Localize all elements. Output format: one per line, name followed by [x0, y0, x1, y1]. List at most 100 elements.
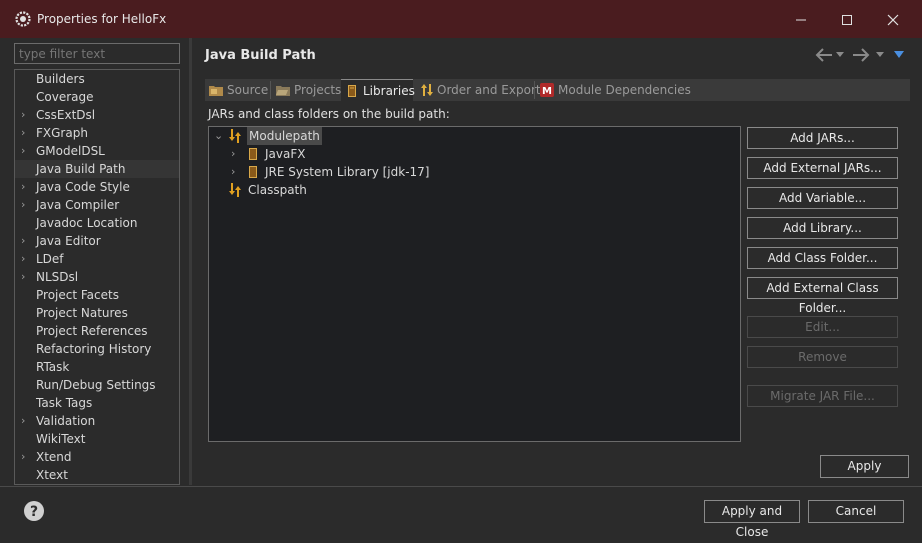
- sidebar-item-xtext[interactable]: Xtext: [15, 466, 179, 484]
- apply-button[interactable]: Apply: [820, 455, 909, 478]
- sidebar-item-refactoring-history[interactable]: Refactoring History: [15, 340, 179, 358]
- module-icon: M: [540, 83, 554, 97]
- remove-button[interactable]: Remove: [747, 346, 898, 368]
- page-navigation: [815, 46, 910, 64]
- sidebar-item-run-debug-settings[interactable]: Run/Debug Settings: [15, 376, 179, 394]
- properties-dialog: Properties for HelloFx Builders Coverage ›…: [0, 0, 922, 543]
- tab-order-and-export[interactable]: Order and Export: [416, 79, 541, 101]
- sidebar-item-wikitext[interactable]: WikiText: [15, 430, 179, 448]
- sidebar-item-task-tags[interactable]: Task Tags: [15, 394, 179, 412]
- chevron-right-icon[interactable]: ›: [21, 142, 31, 160]
- sidebar-item-label: CssExtDsl: [36, 108, 96, 122]
- sidebar-item-project-facets[interactable]: Project Facets: [15, 286, 179, 304]
- view-menu-icon[interactable]: [894, 51, 904, 58]
- back-arrow-icon[interactable]: [815, 48, 833, 62]
- chevron-right-icon[interactable]: ›: [21, 106, 31, 124]
- edit-button[interactable]: Edit...: [747, 316, 898, 338]
- sidebar-item-coverage[interactable]: Coverage: [15, 88, 179, 106]
- chevron-right-icon[interactable]: ›: [21, 448, 31, 466]
- add-jars-button[interactable]: Add JARs...: [747, 127, 898, 149]
- sidebar-item-label: Coverage: [36, 90, 94, 104]
- sidebar-item-label: Refactoring History: [36, 342, 152, 356]
- maximize-icon: [842, 15, 852, 25]
- add-library-button[interactable]: Add Library...: [747, 217, 898, 239]
- sidebar-item-label: FXGraph: [36, 126, 88, 140]
- sidebar-item-cssextdsl[interactable]: › CssExtDsl: [15, 106, 179, 124]
- chevron-right-icon[interactable]: ›: [21, 232, 31, 250]
- sidebar-item-label: Java Build Path: [36, 162, 126, 176]
- add-class-folder-button[interactable]: Add Class Folder...: [747, 247, 898, 269]
- sidebar-item-java-code-style[interactable]: › Java Code Style: [15, 178, 179, 196]
- title-bar[interactable]: Properties for HelloFx: [0, 0, 922, 38]
- sidebar-item-rtask[interactable]: RTask: [15, 358, 179, 376]
- add-external-class-folder-button[interactable]: Add External Class Folder...: [747, 277, 898, 315]
- library-icon: [249, 148, 257, 160]
- chevron-right-icon[interactable]: ›: [21, 250, 31, 268]
- chevron-right-icon[interactable]: ›: [21, 124, 31, 142]
- tab-source[interactable]: Source: [205, 79, 268, 101]
- tree-item-javafx[interactable]: › JavaFX: [231, 145, 431, 163]
- modulepath-icon: [229, 129, 241, 143]
- apply-and-close-button[interactable]: Apply and Close: [704, 500, 800, 539]
- maximize-button[interactable]: [824, 6, 870, 34]
- sidebar-item-label: NLSDsl: [36, 270, 79, 284]
- help-icon[interactable]: ?: [23, 500, 45, 522]
- svg-text:M: M: [542, 86, 552, 97]
- sidebar-item-label: Run/Debug Settings: [36, 378, 156, 392]
- filter-input[interactable]: [14, 43, 180, 64]
- sidebar-item-label: Project Natures: [36, 306, 128, 320]
- sidebar-item-label: Xtext: [36, 468, 68, 482]
- sidebar-item-label: LDef: [36, 252, 64, 266]
- tab-module-dependencies[interactable]: M Module Dependencies: [536, 79, 691, 101]
- tree-item-jre-system-library[interactable]: › JRE System Library [jdk-17]: [231, 163, 481, 181]
- sidebar-item-label: Javadoc Location: [36, 216, 138, 230]
- sidebar-item-fxgraph[interactable]: › FXGraph: [15, 124, 179, 142]
- sidebar-item-project-references[interactable]: Project References: [15, 322, 179, 340]
- sidebar-item-validation[interactable]: › Validation: [15, 412, 179, 430]
- close-button[interactable]: [870, 6, 916, 34]
- close-icon: [887, 14, 899, 26]
- sidebar-item-label: Validation: [36, 414, 96, 428]
- migrate-jar-button[interactable]: Migrate JAR File...: [747, 385, 898, 407]
- sidebar-item-xtend[interactable]: › Xtend: [15, 448, 179, 466]
- back-dropdown-icon[interactable]: [836, 52, 844, 57]
- chevron-right-icon[interactable]: ›: [21, 196, 31, 214]
- library-icon: [348, 85, 356, 97]
- add-external-jars-button[interactable]: Add External JARs...: [747, 157, 898, 179]
- pane-divider[interactable]: [189, 38, 192, 485]
- forward-dropdown-icon[interactable]: [876, 52, 884, 57]
- property-page-tree[interactable]: Builders Coverage › CssExtDsl › FXGraph › GMode…: [14, 69, 180, 485]
- tree-item-classpath[interactable]: Classpath: [214, 181, 414, 199]
- chevron-right-icon[interactable]: ›: [21, 178, 31, 196]
- sidebar-item-project-natures[interactable]: Project Natures: [15, 304, 179, 322]
- page-title: Java Build Path: [205, 48, 316, 63]
- sidebar-item-ldef[interactable]: › LDef: [15, 250, 179, 268]
- forward-arrow-icon[interactable]: [852, 48, 870, 62]
- sidebar-item-label: Builders: [36, 72, 85, 86]
- sidebar-item-java-compiler[interactable]: › Java Compiler: [15, 196, 179, 214]
- sidebar-item-nlsdsl[interactable]: › NLSDsl: [15, 268, 179, 286]
- tree-item-modulepath[interactable]: ⌄ Modulepath: [214, 127, 414, 145]
- chevron-right-icon[interactable]: ›: [21, 268, 31, 286]
- sidebar-item-builders[interactable]: Builders: [15, 70, 179, 88]
- minimize-button[interactable]: [778, 6, 824, 34]
- sidebar-item-gmodeldsl[interactable]: › GModelDSL: [15, 142, 179, 160]
- chevron-right-icon[interactable]: ›: [231, 145, 243, 163]
- chevron-down-icon[interactable]: ⌄: [214, 127, 226, 145]
- tab-separator: [534, 81, 535, 99]
- tab-projects[interactable]: Projects: [272, 79, 341, 101]
- add-variable-button[interactable]: Add Variable...: [747, 187, 898, 209]
- chevron-right-icon[interactable]: ›: [231, 163, 243, 181]
- sidebar-item-java-editor[interactable]: › Java Editor: [15, 232, 179, 250]
- cancel-button[interactable]: Cancel: [808, 500, 904, 523]
- sidebar-item-java-build-path[interactable]: Java Build Path: [15, 160, 179, 178]
- libraries-tree[interactable]: ⌄ Modulepath › JavaFX › JRE System Libra…: [208, 126, 741, 442]
- sidebar-item-label: Project Facets: [36, 288, 119, 302]
- tab-libraries[interactable]: Libraries: [341, 79, 415, 102]
- classpath-icon: [229, 183, 241, 197]
- sidebar-item-label: GModelDSL: [36, 144, 105, 158]
- sidebar-item-label: Java Code Style: [36, 180, 130, 194]
- sidebar-item-javadoc-location[interactable]: Javadoc Location: [15, 214, 179, 232]
- sidebar-item-label: Java Compiler: [36, 198, 120, 212]
- chevron-right-icon[interactable]: ›: [21, 412, 31, 430]
